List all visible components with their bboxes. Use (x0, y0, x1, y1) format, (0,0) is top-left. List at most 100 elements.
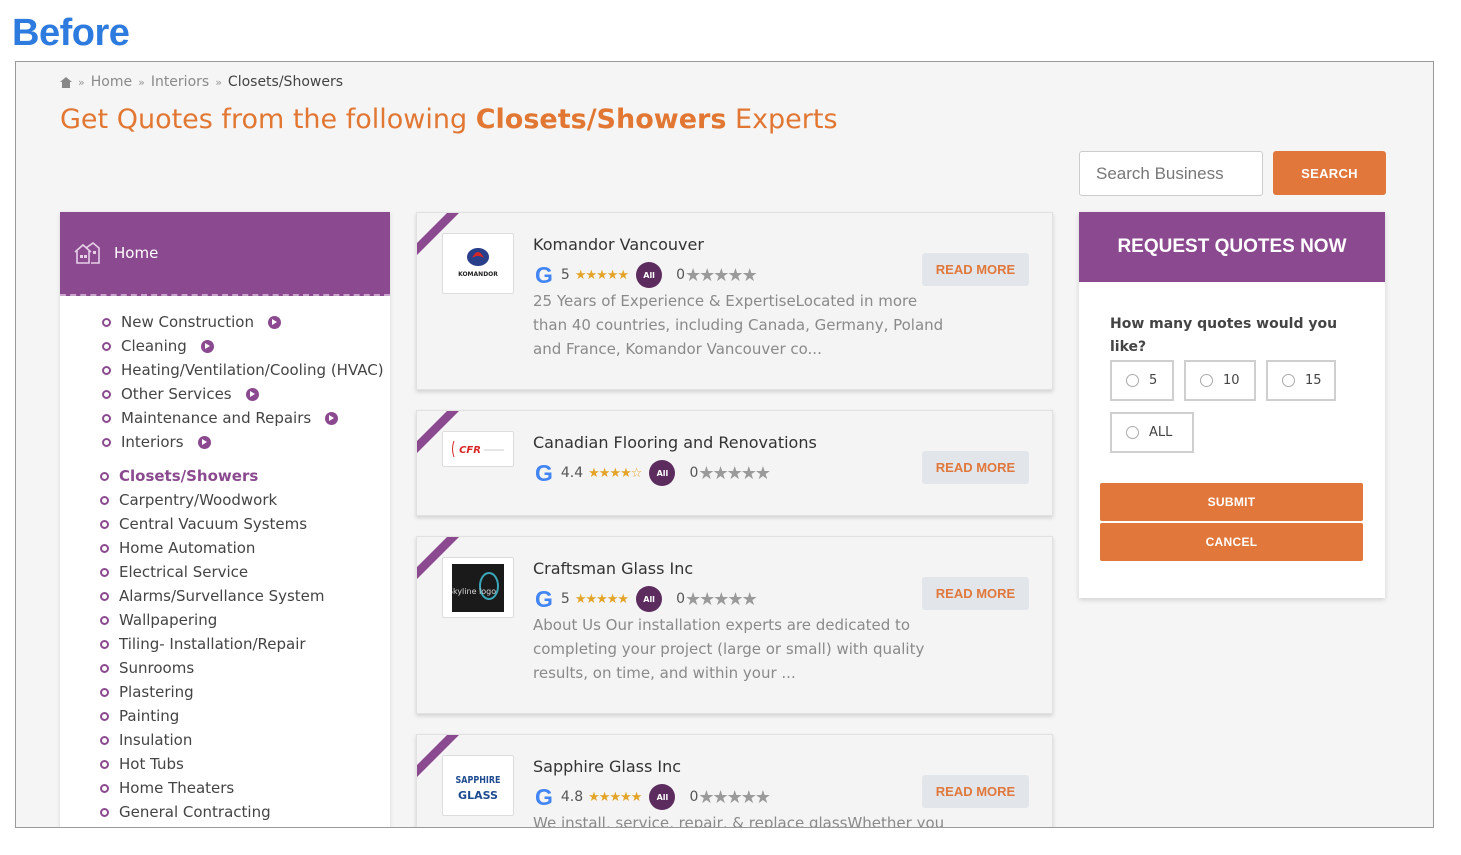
bullet-icon (100, 687, 109, 697)
subcategory-item[interactable]: Electrical Service (100, 560, 390, 584)
bullet-icon (100, 567, 109, 577)
bullet-icon (100, 711, 109, 721)
breadcrumb: » Home » Interiors » Closets/Showers (60, 74, 343, 90)
subcategory-item[interactable]: Painting (100, 704, 390, 728)
subcategory-label: Closets/Showers (119, 467, 259, 485)
subcategory-item[interactable]: Tiling- Installation/Repair (100, 632, 390, 656)
rating-row: G 5 ★★★★★ All 0 ★★★★★ (535, 262, 764, 288)
bullet-icon (102, 389, 111, 399)
subcategory-label: Carpentry/Woodwork (119, 491, 278, 509)
subcategory-item[interactable]: General Contracting (100, 800, 390, 824)
bullet-icon (100, 735, 109, 745)
expand-arrow-icon[interactable] (325, 411, 339, 425)
quote-option-5[interactable]: 5 (1110, 360, 1174, 401)
business-logo[interactable]: SAPPHIRE GLASS (442, 755, 514, 816)
breadcrumb-interiors[interactable]: Interiors (151, 74, 209, 90)
empty-star-rating-icon: ★★★★★ (698, 786, 771, 808)
bullet-icon (100, 783, 109, 793)
search-button[interactable]: SEARCH (1273, 151, 1386, 195)
empty-star-rating-icon: ★★★★★ (685, 264, 758, 286)
breadcrumb-separator: » (215, 75, 222, 89)
empty-star-rating-icon: ★★★★★ (698, 462, 771, 484)
business-card: SAPPHIRE GLASS Sapphire Glass Inc G 4.8 … (416, 734, 1053, 827)
radio-icon[interactable] (1126, 426, 1139, 439)
category-label: Maintenance and Repairs (121, 409, 312, 427)
bullet-icon (100, 495, 109, 505)
request-quotes-panel: REQUEST QUOTES NOW How many quotes would… (1079, 212, 1385, 598)
bullet-icon (100, 543, 109, 553)
category-item[interactable]: Other Services (102, 382, 390, 406)
subcategory-item[interactable]: Carpentry/Woodwork (100, 488, 390, 512)
submit-button[interactable]: SUBMIT (1100, 483, 1363, 521)
bullet-icon (102, 413, 111, 423)
svg-text:Skyline logo: Skyline logo (452, 587, 496, 596)
subcategory-label: Home Automation (119, 539, 256, 557)
subcategory-item[interactable]: Central Vacuum Systems (100, 512, 390, 536)
subcategory-label: General Contracting (119, 803, 271, 821)
site-rating: 0 (676, 591, 686, 607)
google-icon: G (535, 261, 553, 288)
expand-arrow-icon[interactable] (245, 387, 259, 401)
subcategory-label: Tiling- Installation/Repair (119, 635, 306, 653)
subcategory-item[interactable]: Hot Tubs (100, 752, 390, 776)
read-more-button[interactable]: READ MORE (922, 577, 1029, 610)
read-more-button[interactable]: READ MORE (922, 775, 1029, 808)
subcategory-item-active[interactable]: Closets/Showers (100, 464, 390, 488)
svg-text:CFR: CFR (459, 445, 481, 456)
sidebar-home-item[interactable]: Home (60, 212, 390, 296)
category-item[interactable]: Cleaning (102, 334, 390, 358)
google-rating: 5 (560, 591, 570, 607)
breadcrumb-home[interactable]: Home (91, 74, 132, 90)
business-logo[interactable]: Skyline logo (442, 557, 514, 618)
business-logo[interactable]: CFR (442, 431, 514, 467)
subcategory-item[interactable]: Home Automation (100, 536, 390, 560)
bullet-icon (100, 471, 109, 481)
subcategory-item[interactable]: Wallpapering (100, 608, 390, 632)
subcategory-item[interactable]: Insulation (100, 728, 390, 752)
quote-option-all[interactable]: ALL (1110, 412, 1194, 453)
expand-arrow-icon[interactable] (197, 435, 211, 449)
business-name[interactable]: Komandor Vancouver (533, 235, 704, 254)
radio-icon[interactable] (1200, 374, 1213, 387)
google-rating: 4.4 (560, 465, 584, 481)
quote-option-10[interactable]: 10 (1184, 360, 1256, 401)
category-item[interactable]: New Construction (102, 310, 390, 334)
subcategory-list: Closets/Showers Carpentry/Woodwork Centr… (60, 464, 390, 824)
subcategory-item[interactable]: Sunrooms (100, 656, 390, 680)
expand-arrow-icon[interactable] (268, 315, 281, 329)
category-sidebar: Home New Construction Cleaning Heating/V… (60, 212, 390, 827)
category-item[interactable]: Heating/Ventilation/Cooling (HVAC) (102, 358, 390, 382)
before-label: Before (12, 12, 130, 54)
home-icon[interactable] (60, 76, 72, 88)
google-icon: G (535, 585, 553, 612)
bullet-icon (100, 759, 109, 769)
category-item[interactable]: Interiors (102, 430, 390, 454)
category-item[interactable]: Maintenance and Repairs (102, 406, 390, 430)
star-rating-icon: ★★★★☆ (588, 465, 642, 481)
business-logo[interactable]: KOMANDOR (442, 233, 514, 294)
subcategory-item[interactable]: Plastering (100, 680, 390, 704)
breadcrumb-separator: » (138, 75, 145, 89)
house-icon (74, 242, 100, 264)
bullet-icon (102, 365, 111, 375)
subcategory-label: Insulation (119, 731, 193, 749)
business-name[interactable]: Canadian Flooring and Renovations (533, 433, 817, 452)
read-more-button[interactable]: READ MORE (922, 451, 1029, 484)
expand-arrow-icon[interactable] (200, 339, 214, 353)
all-reviews-icon: All (649, 460, 676, 486)
bullet-icon (100, 639, 109, 649)
rating-row: G 4.8 ★★★★★ All 0 ★★★★★ (535, 784, 777, 810)
subcategory-item[interactable]: Home Theaters (100, 776, 390, 800)
radio-icon[interactable] (1126, 374, 1139, 387)
quote-option-15[interactable]: 15 (1266, 360, 1336, 401)
read-more-button[interactable]: READ MORE (922, 253, 1029, 286)
business-name[interactable]: Craftsman Glass Inc (533, 559, 693, 578)
radio-icon[interactable] (1282, 374, 1295, 387)
subcategory-item[interactable]: Alarms/Survellance System (100, 584, 390, 608)
bullet-icon (100, 663, 109, 673)
business-name[interactable]: Sapphire Glass Inc (533, 757, 681, 776)
svg-text:GLASS: GLASS (458, 789, 498, 802)
search-input[interactable] (1079, 151, 1263, 196)
site-rating: 0 (676, 267, 686, 283)
cancel-button[interactable]: CANCEL (1100, 523, 1363, 561)
